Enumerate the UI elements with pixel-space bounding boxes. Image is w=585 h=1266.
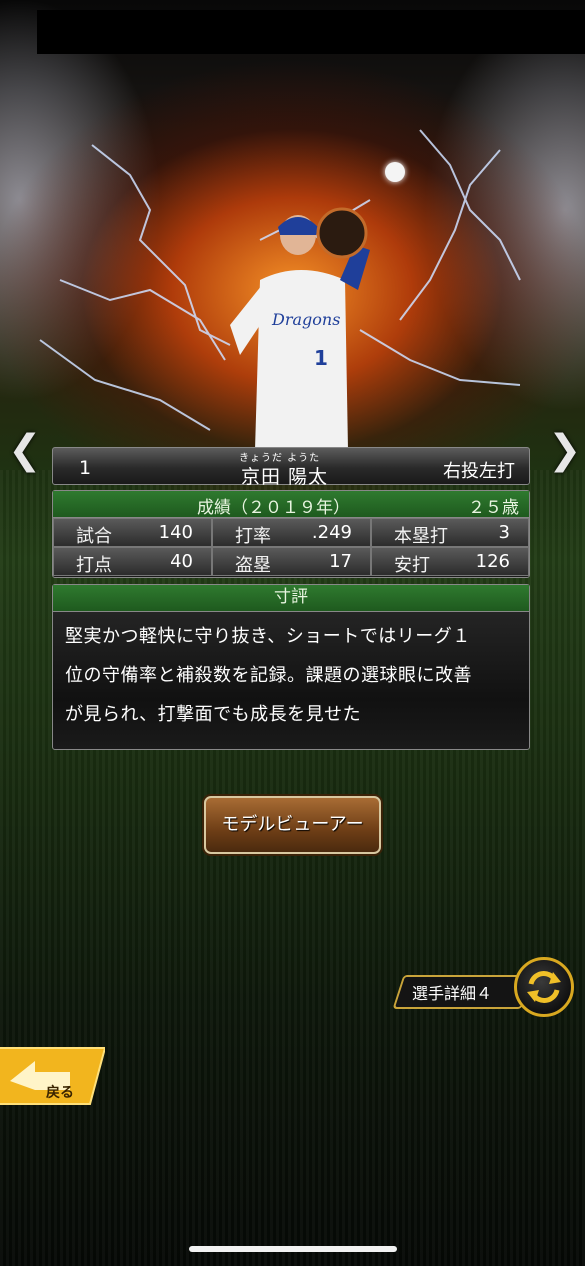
player-name-bar: 1 きょうだ ようた 京田 陽太 右投左打 bbox=[52, 447, 530, 488]
stat-label: 安打 bbox=[394, 555, 430, 576]
stat-label: 盗塁 bbox=[235, 555, 271, 576]
stat-value: 140 bbox=[158, 522, 193, 543]
cycle-arrows-icon[interactable] bbox=[514, 957, 574, 1017]
stat-value: 40 bbox=[170, 551, 193, 572]
stat-value: 126 bbox=[475, 551, 510, 572]
jersey-text: Dragons bbox=[271, 310, 340, 329]
stat-value: 17 bbox=[329, 551, 352, 572]
home-indicator[interactable] bbox=[189, 1246, 397, 1252]
stat-label: 本塁打 bbox=[394, 526, 448, 547]
prev-player-arrow-icon[interactable]: ❮ bbox=[8, 430, 42, 470]
stats-panel: 成績（２０１９年） ２５歳 試合 140 打率 .249 本塁打 3 打点 40… bbox=[52, 490, 530, 578]
stats-title: 成績（２０１９年） bbox=[197, 498, 350, 518]
stat-label: 打率 bbox=[235, 526, 271, 547]
stat-homeruns: 本塁打 3 bbox=[371, 518, 529, 547]
stat-games: 試合 140 bbox=[53, 518, 212, 547]
player-detail-label: 選手詳細４ bbox=[412, 984, 493, 1003]
player-number: 1 bbox=[79, 457, 92, 479]
player-name: 京田 陽太 bbox=[241, 466, 329, 488]
player-detail-button[interactable]: 選手詳細４ bbox=[392, 967, 533, 1009]
cycle-arrows-glyph bbox=[527, 971, 561, 1003]
player-age: ２５歳 bbox=[468, 498, 519, 518]
review-panel: 寸評 堅実かつ軽快に守り抜き、ショートではリーグ１ 位の守備率と補殺数を記録。課… bbox=[52, 584, 530, 750]
next-player-arrow-icon[interactable]: ❯ bbox=[548, 430, 582, 470]
review-text: 堅実かつ軽快に守り抜き、ショートではリーグ１ 位の守備率と補殺数を記録。課題の選… bbox=[65, 617, 519, 734]
model-viewer-button[interactable]: モデルビューアー bbox=[204, 796, 381, 854]
stat-label: 打点 bbox=[76, 555, 112, 576]
review-header: 寸評 bbox=[53, 585, 529, 612]
stat-label: 試合 bbox=[76, 526, 112, 547]
stat-value: 3 bbox=[498, 522, 510, 543]
jersey-number: 1 bbox=[314, 346, 328, 370]
review-line: 堅実かつ軽快に守り抜き、ショートではリーグ１ bbox=[65, 626, 471, 647]
baseball bbox=[385, 162, 405, 182]
stat-value: .249 bbox=[311, 522, 352, 543]
back-label: 戻る bbox=[46, 1085, 74, 1101]
stats-header: 成績（２０１９年） ２５歳 bbox=[53, 491, 529, 518]
stat-hits: 安打 126 bbox=[371, 547, 529, 576]
stat-average: 打率 .249 bbox=[212, 518, 371, 547]
review-line: 位の守備率と補殺数を記録。課題の選球眼に改善 bbox=[65, 665, 472, 686]
player-handedness: 右投左打 bbox=[443, 461, 515, 482]
back-button[interactable]: 戻る bbox=[0, 1046, 107, 1106]
stat-steals: 盗塁 17 bbox=[212, 547, 371, 576]
review-line: が見られ、打撃面でも成長を見せた bbox=[65, 704, 362, 725]
stat-rbi: 打点 40 bbox=[53, 547, 212, 576]
player-image: Dragons 1 bbox=[230, 207, 370, 450]
